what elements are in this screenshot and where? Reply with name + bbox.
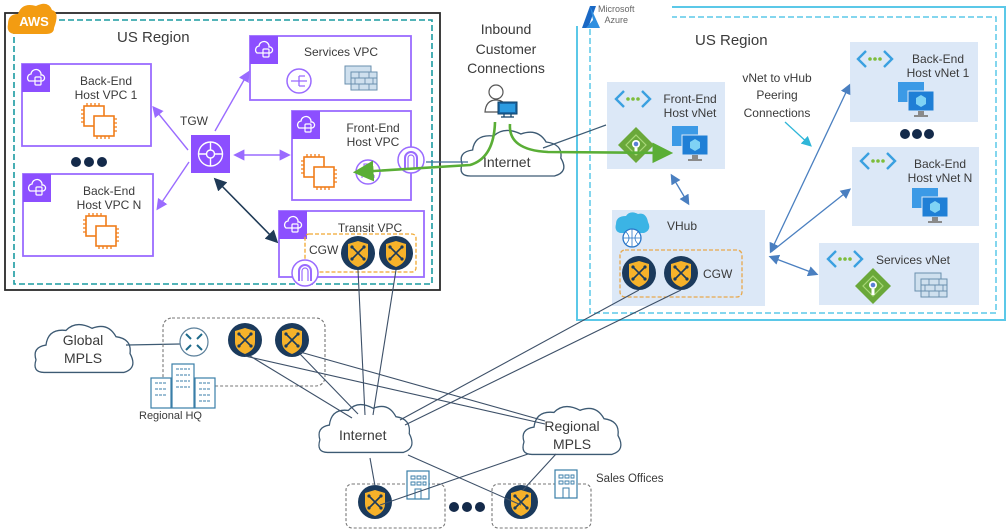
regional-hq-building-icon (150, 363, 216, 409)
azure-cgw-label: CGW (703, 267, 733, 281)
vpc-services-label: Services VPC (303, 45, 379, 59)
azure-region-label: US Region (695, 32, 768, 49)
vhub-label: VHub (667, 219, 698, 233)
cgw-icon (503, 484, 539, 520)
sales-office-building-icon (554, 469, 578, 499)
internet-gateway-icon (291, 259, 319, 287)
sales-offices-label: Sales Offices (596, 473, 664, 485)
vpc-backend-n-label: Back-End Host VPC N (76, 184, 142, 213)
regional-mpls-label: Regional MPLS (544, 418, 600, 452)
cgw-icon (663, 255, 699, 291)
vpc-backend-1-label: Back-End Host VPC 1 (74, 74, 138, 103)
aws-badge-label: AWS (19, 14, 49, 29)
vpc-icon (249, 35, 279, 65)
vpc-frontend-label: Front-End Host VPC (346, 121, 400, 150)
vnet-services-label: Services vNet (875, 253, 951, 267)
cgw-icon (621, 255, 657, 291)
vnet-backend-1-label: Back-End Host vNet 1 (906, 52, 970, 81)
tgw-label: TGW (180, 114, 208, 128)
tgw-icon (191, 135, 230, 173)
network-diagram (4, 2, 1006, 529)
vnet-frontend-label: Front-End Host vNet (663, 92, 717, 121)
ellipsis-dots (449, 502, 485, 512)
internet-top-label: Internet (483, 154, 531, 170)
ellipsis-dots (900, 129, 934, 139)
cgw-icon (378, 235, 414, 271)
vnet-backend-n-label: Back-End Host vNet N (907, 157, 973, 186)
vpc-icon (21, 63, 51, 93)
cgw-icon (274, 322, 310, 358)
global-mpls-link (125, 343, 181, 346)
aws-cgw-label: CGW (309, 243, 339, 257)
user-icon (484, 84, 518, 118)
ellipsis-dots (71, 157, 107, 167)
peering-label: vNet to vHub Peering Connections (742, 71, 812, 120)
vpc-icon (22, 173, 52, 203)
nat-gateway-icon (286, 68, 312, 94)
cgw-icon (227, 322, 263, 358)
internet-bottom-label: Internet (339, 427, 387, 443)
inbound-connections-label: Inbound Customer Connections (467, 21, 545, 77)
global-mpls-label: Global MPLS (62, 332, 104, 366)
regional-hq-label: Regional HQ (139, 410, 202, 422)
azure-brand-label: Microsoft Azure (598, 4, 635, 26)
vpc-icon (291, 110, 321, 140)
vpc-transit-label: Transit VPC (337, 221, 403, 235)
cgw-icon (357, 484, 393, 520)
vpc-icon (278, 210, 308, 240)
cgw-icon (340, 235, 376, 271)
router-icon (179, 327, 209, 357)
aws-region-label: US Region (117, 29, 190, 46)
